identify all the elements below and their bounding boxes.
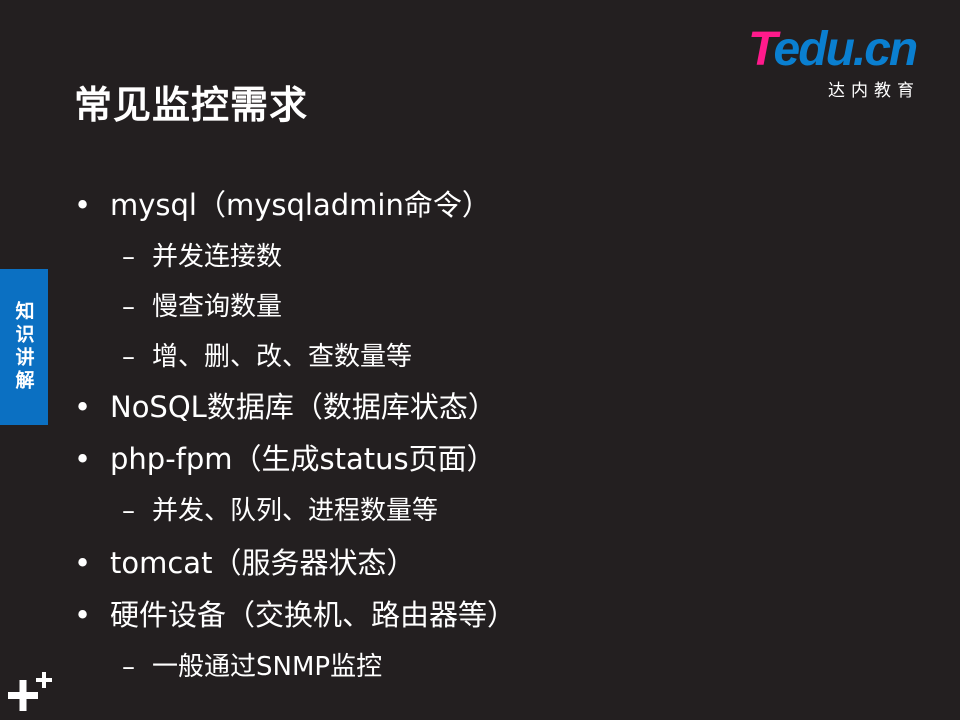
logo-subtitle: 达内教育 bbox=[828, 81, 920, 101]
item-text: mysql（mysqladmin命令） bbox=[110, 188, 491, 222]
sub-bullet-item: – 慢查询数量 bbox=[122, 286, 282, 323]
item-text: 并发、队列、进程数量等 bbox=[152, 496, 439, 526]
slide-title: 常见监控需求 bbox=[74, 83, 309, 127]
section-tab: 知识讲解 bbox=[0, 269, 48, 425]
tedu-logo: Tedu.cn 达内教育 bbox=[748, 23, 928, 101]
logo-wordmark: Tedu.cn bbox=[748, 23, 918, 76]
item-text: NoSQL数据库（数据库状态） bbox=[110, 390, 497, 424]
item-text: 硬件设备（交换机、路由器等） bbox=[110, 598, 517, 632]
section-tab-label: 知识讲解 bbox=[12, 301, 35, 393]
item-text: 增、删、改、查数量等 bbox=[152, 342, 413, 372]
sub-bullet-item: – 并发、队列、进程数量等 bbox=[122, 490, 438, 527]
bullet-marker: • bbox=[74, 598, 92, 632]
bullet-item: • php-fpm（生成status页面） bbox=[74, 436, 496, 478]
bullet-item: • mysql（mysqladmin命令） bbox=[74, 182, 491, 224]
item-text: 一般通过SNMP监控 bbox=[152, 652, 383, 682]
plus-decoration-icon bbox=[8, 672, 52, 711]
bullet-item: • NoSQL数据库（数据库状态） bbox=[74, 384, 497, 426]
item-text: 并发连接数 bbox=[152, 242, 283, 272]
dash-marker: – bbox=[122, 292, 135, 322]
dash-marker: – bbox=[122, 242, 135, 272]
bullet-marker: • bbox=[74, 546, 92, 580]
sub-bullet-item: – 一般通过SNMP监控 bbox=[122, 646, 382, 683]
bullet-marker: • bbox=[74, 442, 92, 476]
sub-bullet-item: – 增、删、改、查数量等 bbox=[122, 336, 412, 373]
dash-marker: – bbox=[122, 342, 135, 372]
item-text: tomcat（服务器状态） bbox=[110, 546, 416, 580]
bullet-marker: • bbox=[74, 188, 92, 222]
item-text: php-fpm（生成status页面） bbox=[110, 442, 496, 476]
bullet-marker: • bbox=[74, 390, 92, 424]
dash-marker: – bbox=[122, 652, 135, 682]
item-text: 慢查询数量 bbox=[152, 292, 283, 322]
bullet-item: • 硬件设备（交换机、路由器等） bbox=[74, 592, 516, 634]
bullet-item: • tomcat（服务器状态） bbox=[74, 540, 415, 582]
sub-bullet-item: – 并发连接数 bbox=[122, 236, 282, 273]
dash-marker: – bbox=[122, 496, 135, 526]
